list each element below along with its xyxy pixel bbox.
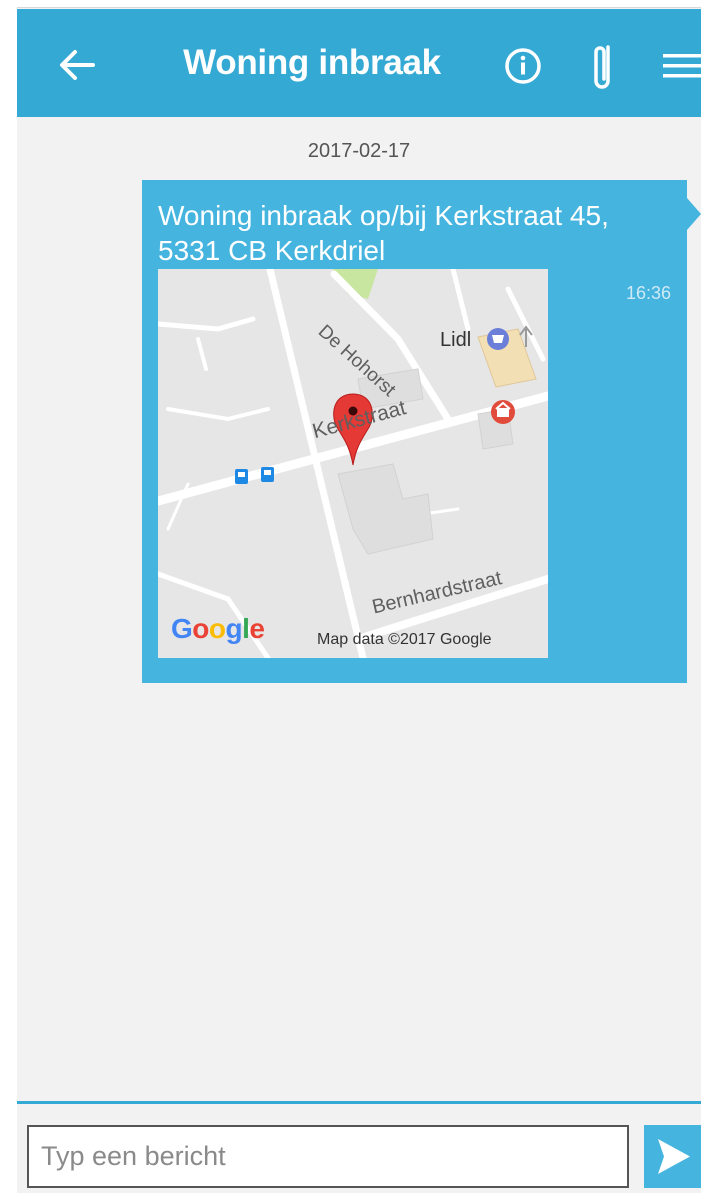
map-graphic <box>158 269 548 658</box>
app-header: Woning inbraak <box>17 9 701 117</box>
map-attribution: Map data ©2017 Google <box>317 631 492 648</box>
hamburger-menu-icon[interactable] <box>661 51 701 81</box>
location-map[interactable]: De Hohorst Lidl Kerkstraat Bernhardstraa… <box>158 269 548 658</box>
date-separator: 2017-02-17 <box>307 140 411 162</box>
bubble-tail <box>687 198 701 230</box>
google-logo: Google <box>171 613 265 644</box>
chat-screen: Woning inbraak 2017-02-17 Woning inbraak… <box>17 0 701 1193</box>
send-button[interactable] <box>644 1125 701 1188</box>
page-title: Woning inbraak <box>183 43 441 82</box>
send-arrow-icon <box>658 1139 690 1174</box>
status-divider <box>17 0 701 8</box>
back-arrow-icon[interactable] <box>57 45 97 85</box>
info-icon[interactable] <box>504 47 542 85</box>
message-time: 16:36 <box>625 283 671 303</box>
message-bubble[interactable]: Woning inbraak op/bij Kerkstraat 45, 533… <box>142 180 687 683</box>
message-list[interactable]: 2017-02-17 Woning inbraak op/bij Kerkstr… <box>17 117 701 1102</box>
message-input[interactable] <box>27 1125 629 1188</box>
paperclip-icon[interactable] <box>587 39 617 95</box>
message-composer <box>17 1104 701 1193</box>
map-poi-label: Lidl <box>440 329 472 351</box>
message-text: Woning inbraak op/bij Kerkstraat 45, 533… <box>158 200 609 266</box>
